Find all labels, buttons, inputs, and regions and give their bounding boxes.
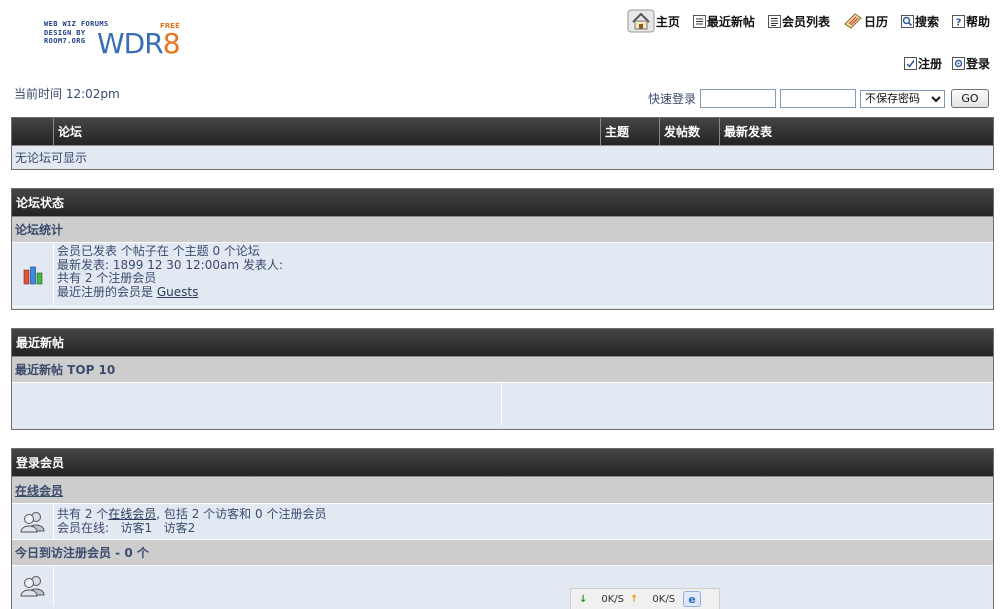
online-members-inline-link[interactable]: 在线会员 [108, 507, 156, 521]
recent-posts-right-cell [502, 383, 993, 426]
nav-login[interactable]: 登录 [951, 55, 990, 72]
forum-stats-text: 会员已发表 个帖子在 个主题 0 个论坛 最新发表: 1899 12 30 12… [54, 243, 285, 306]
stats-posts-line: 会员已发表 个帖子在 个主题 0 个论坛 [57, 244, 260, 258]
stats-newest-member-line: 最近注册的会员是 Guests [57, 284, 283, 300]
nav-home-label: 主页 [655, 14, 680, 29]
online-members-header: 登录会员 [12, 449, 993, 477]
download-arrow-icon: ↓ [579, 593, 588, 605]
forums-table-header: 论坛 主题 发帖数 最新发表 [12, 118, 993, 146]
forum-status-title: 论坛状态 [16, 196, 65, 210]
calendar-icon [844, 13, 862, 29]
nav-help[interactable]: ? 帮助 [951, 13, 990, 30]
browser-icon[interactable]: e [683, 591, 702, 607]
online-icon-cell [12, 504, 54, 539]
nav-calendar-label: 日历 [863, 14, 888, 29]
stats-latest-line: 最新发表: 1899 12 30 12:00am 发表人: [57, 257, 283, 272]
nav-register-label: 注册 [917, 57, 942, 71]
member-list-icon [767, 14, 781, 28]
col-topics: 主题 [600, 118, 659, 145]
forum-logo[interactable]: WEB WIZ FORUMS DESIGN BY ROOM7.ORG FREE … [44, 20, 204, 64]
online-members-row: 共有 2 个在线会员, 包括 2 个访客和 0 个注册会员 会员在线: 访客1 … [12, 504, 993, 540]
nav-calendar[interactable]: 日历 [843, 12, 888, 30]
account-nav: 注册 登录 [894, 55, 990, 72]
online-count-prefix: 共有 2 个 [57, 507, 109, 521]
home-icon [627, 9, 655, 33]
online-count-line: 共有 2 个在线会员, 包括 2 个访客和 0 个注册会员 [57, 507, 327, 522]
col-posts: 发帖数 [659, 118, 719, 145]
col-icon [12, 118, 53, 145]
username-input[interactable] [700, 89, 776, 108]
logo-wordmark: WDR8 [97, 27, 181, 60]
nav-login-label: 登录 [965, 57, 990, 71]
logo-wdr: WDR [97, 27, 164, 60]
forum-status-header: 论坛状态 [12, 189, 993, 217]
help-icon: ? [951, 14, 965, 28]
nav-member-list[interactable]: 会员列表 [767, 13, 830, 30]
online-members-table: 登录会员 在线会员 共有 2 个在线会员, 包括 2 个访客和 0 个注册会员 … [11, 448, 994, 609]
register-icon [903, 57, 917, 70]
no-forums-message: 无论坛可显示 [15, 151, 88, 165]
nav-register[interactable]: 注册 [903, 55, 942, 72]
forum-stats-row: 会员已发表 个帖子在 个主题 0 个论坛 最新发表: 1899 12 30 12… [12, 243, 993, 307]
col-last-post: 最新发表 [719, 118, 993, 145]
list-icon [692, 14, 706, 28]
users-icon [19, 511, 45, 532]
nav-help-label: 帮助 [965, 14, 990, 29]
login-icon [951, 57, 965, 70]
recent-posts-left-cell [12, 383, 502, 426]
col-forum: 论坛 [53, 118, 600, 145]
quick-login-label: 快速登录 [647, 92, 696, 106]
go-button[interactable]: GO [951, 89, 989, 108]
today-visitors-row [12, 566, 993, 606]
bar-chart-icon [23, 266, 42, 284]
search-icon [900, 14, 914, 28]
network-speed-widget[interactable]: ↓ 0K/S ↑ 0K/S e [570, 588, 720, 609]
stats-members-line: 共有 2 个注册会员 [57, 271, 157, 285]
online-members-link[interactable]: 在线会员 [15, 482, 63, 499]
forum-status-table: 论坛状态 论坛统计 会员已发表 个帖子在 个主题 0 个论坛 最新发表: 189… [11, 188, 994, 310]
logo-eight: 8 [162, 27, 181, 60]
today-visitors-heading: 今日到访注册会员 - 0 个 [12, 540, 993, 566]
nav-members-label: 会员列表 [781, 14, 830, 29]
nav-recent-posts[interactable]: 最近新帖 [692, 13, 755, 30]
password-input[interactable] [780, 89, 856, 108]
upload-rate: 0K/S [652, 593, 676, 605]
recent-posts-table: 最近新帖 最近新帖 TOP 10 [11, 328, 994, 430]
nav-home[interactable]: 主页 [627, 9, 680, 33]
today-visitors-text [54, 566, 59, 606]
download-rate: 0K/S [601, 593, 625, 605]
top-nav: 主页 最近新帖 会员列表 日历 搜索 ? 帮助 [627, 9, 990, 33]
newest-member-link[interactable]: Guests [157, 285, 199, 299]
today-icon-cell [12, 566, 54, 606]
online-guests-line: 会员在线: 访客1 访客2 [57, 520, 196, 535]
users-icon [19, 576, 45, 597]
online-members-text: 共有 2 个在线会员, 包括 2 个访客和 0 个注册会员 会员在线: 访客1 … [54, 504, 328, 539]
recent-posts-title: 最近新帖 [16, 336, 65, 350]
remember-password-select[interactable]: 不保存密码 [860, 89, 945, 108]
recent-posts-heading: 最近新帖 TOP 10 [12, 357, 993, 383]
recent-posts-header: 最近新帖 [12, 329, 993, 357]
forums-table: 论坛 主题 发帖数 最新发表 无论坛可显示 [11, 117, 994, 170]
newest-member-prefix: 最近注册的会员是 [57, 284, 157, 299]
online-count-suffix: , 包括 2 个访客和 0 个注册会员 [156, 507, 327, 521]
online-members-title: 登录会员 [16, 456, 65, 470]
recent-posts-row [12, 383, 993, 426]
online-heading-row: 在线会员 [12, 477, 993, 504]
nav-recent-label: 最近新帖 [706, 14, 755, 29]
stats-icon-cell [12, 243, 54, 306]
forum-stats-heading: 论坛统计 [12, 217, 993, 243]
nav-search[interactable]: 搜索 [900, 13, 939, 30]
upload-arrow-icon: ↑ [630, 593, 639, 605]
current-time: 当前时间 12:02pm [14, 87, 120, 101]
quick-login-form: 快速登录 不保存密码 GO [648, 89, 989, 108]
nav-search-label: 搜索 [914, 14, 939, 29]
svg-text:?: ? [956, 17, 962, 28]
